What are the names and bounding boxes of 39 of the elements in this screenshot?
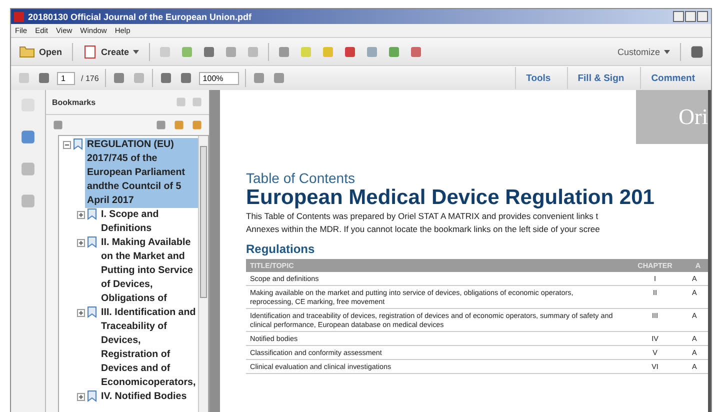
intro-text: This Table of Contents was prepared by Oriel STAT A MATRIX and provides convenient links t [246, 210, 600, 223]
close-button[interactable] [697, 11, 708, 22]
section-heading: Regulations [246, 242, 316, 256]
maximize-button[interactable] [685, 11, 696, 22]
create-button[interactable]: Create [81, 44, 142, 58]
scrollbar[interactable] [198, 136, 208, 412]
bookmark-item[interactable]: IV. Notified Bodies [99, 390, 189, 404]
bookmark-item[interactable]: III. Identification and Traceability of Devices, Registration of Devices and of Economicoperators, [99, 306, 198, 390]
bookmark-icon [87, 306, 97, 318]
bookmark-icon [87, 236, 97, 248]
minimize-button[interactable] [673, 11, 684, 22]
zoom-field[interactable]: 100% [198, 72, 239, 84]
bookmark-icon [87, 208, 97, 220]
bookmark-item[interactable]: I. Scope and Definitions [99, 208, 198, 236]
panel-title: Bookmarks [52, 98, 97, 106]
customize-button[interactable]: Customize [615, 46, 672, 56]
expand-toggle[interactable] [77, 211, 85, 219]
bookmark-item[interactable]: II. Making Available on the Market and Putting into Service of Devices, Obligations of [99, 236, 198, 306]
bookmark-item[interactable]: REGULATION (EU) 2017/745 of the European Parliament andthe Countcil of 5 April 2017 [85, 138, 198, 208]
expand-toggle[interactable] [77, 393, 85, 401]
bookmark-icon [87, 390, 97, 402]
document-subtitle: Table of Contents [246, 170, 356, 186]
intro-text: Annexes within the MDR. If you cannot locate the bookmark links on the left side of your scree [246, 223, 601, 236]
expand-toggle[interactable] [77, 309, 85, 317]
bookmark-icon [73, 138, 83, 150]
panel-tab[interactable]: Tools [515, 67, 561, 89]
page-count: / 176 [81, 74, 99, 82]
folder-icon [19, 45, 35, 58]
caret-icon [664, 50, 670, 54]
caret-icon [133, 50, 140, 54]
document-title: European Medical Device Regulation 201 [246, 186, 656, 210]
collapse-toggle[interactable] [63, 141, 71, 149]
window-title: 20180130 Official Journal of the European Union.pdf [28, 12, 252, 22]
expand-toggle[interactable] [77, 239, 85, 247]
logo: Ori [636, 90, 708, 144]
page-number-field[interactable]: 1 [57, 72, 75, 84]
open-button[interactable]: Open [17, 45, 64, 58]
panel-tab[interactable]: Comment [640, 67, 705, 89]
panel-tab[interactable]: Fill & Sign [566, 67, 634, 89]
